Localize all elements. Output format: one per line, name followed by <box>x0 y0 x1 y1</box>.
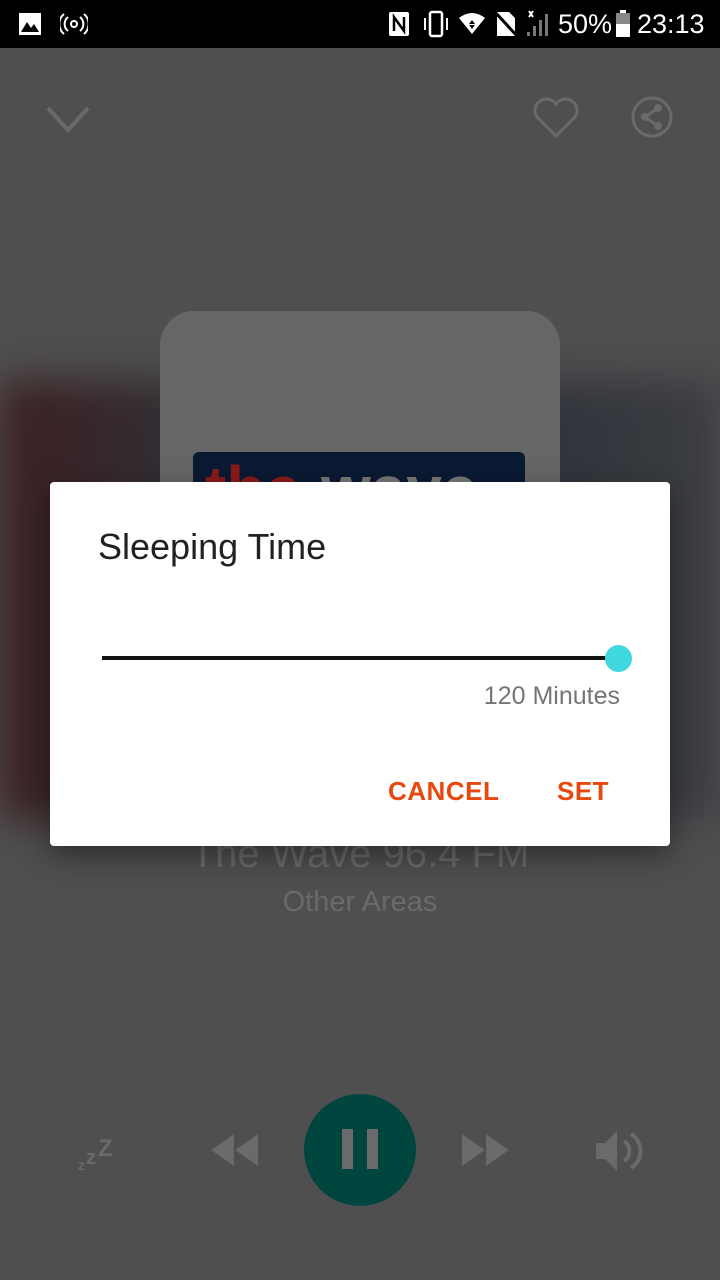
nfc-icon <box>388 10 410 38</box>
gallery-icon <box>18 10 42 38</box>
set-button[interactable]: SET <box>557 776 609 807</box>
pause-button[interactable] <box>304 1094 416 1206</box>
broadcast-icon <box>60 10 88 38</box>
slider-track[interactable] <box>102 656 618 660</box>
station-area: Other Areas <box>282 886 438 918</box>
svg-text:z: z <box>86 1147 96 1169</box>
pause-icon <box>342 1129 353 1169</box>
svg-text:z: z <box>78 1157 85 1172</box>
collapse-chevron-down-icon[interactable] <box>46 104 90 139</box>
clock: 23:13 <box>637 9 705 39</box>
sleeping-time-dialog: Sleeping Time 120 Minutes CANCEL SET <box>50 482 670 846</box>
vibrate-icon <box>422 10 450 38</box>
status-bar: 50% 23:13 <box>0 0 720 48</box>
fast-forward-icon[interactable] <box>460 1132 510 1173</box>
svg-text:Z: Z <box>98 1135 113 1162</box>
signal-icon <box>525 10 551 38</box>
rewind-icon[interactable] <box>210 1132 260 1173</box>
battery-icon <box>615 10 631 38</box>
cancel-button[interactable]: CANCEL <box>388 776 499 807</box>
dialog-title: Sleeping Time <box>98 526 327 567</box>
slider-thumb[interactable] <box>605 645 632 672</box>
favorite-heart-icon[interactable] <box>532 96 580 145</box>
slider-value-label: 120 Minutes <box>483 682 620 710</box>
battery-percent: 50% <box>558 9 613 39</box>
volume-icon[interactable] <box>594 1126 648 1181</box>
sleep-timer-icon[interactable]: zzZ <box>78 1132 124 1177</box>
share-icon[interactable] <box>630 95 674 144</box>
wifi-icon <box>458 10 486 38</box>
no-sim-icon <box>494 10 518 38</box>
